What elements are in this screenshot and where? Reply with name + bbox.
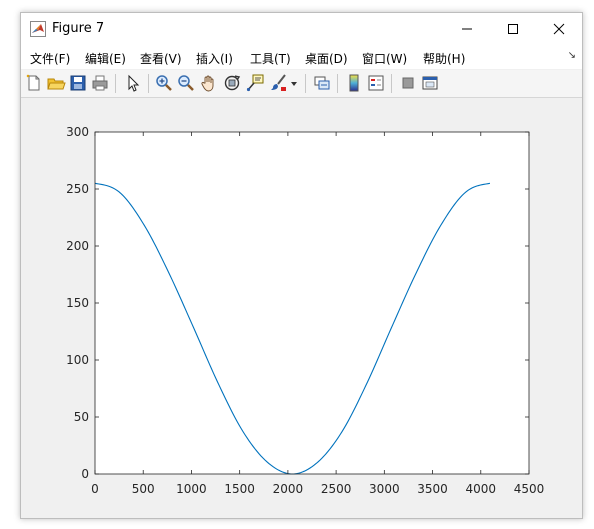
y-tick-label: 0 <box>81 467 89 481</box>
brush-icon[interactable] <box>269 73 289 93</box>
legend-icon[interactable] <box>366 73 386 93</box>
colorbar-icon[interactable] <box>344 73 364 93</box>
new-figure-icon[interactable] <box>24 73 44 93</box>
toolbar-separator <box>337 74 338 93</box>
x-tick-label: 1000 <box>176 482 207 496</box>
y-tick-label: 50 <box>74 410 89 424</box>
menu-file[interactable]: 文件(F) <box>30 50 70 67</box>
y-tick-label: 150 <box>66 296 89 310</box>
close-button[interactable] <box>536 13 582 45</box>
menu-window[interactable]: 窗口(W) <box>362 50 407 67</box>
minimize-button[interactable] <box>444 13 490 45</box>
y-tick-label: 300 <box>66 125 89 139</box>
maximize-icon <box>508 24 518 34</box>
title-bar: Figure 7 <box>21 13 582 45</box>
open-folder-icon[interactable] <box>46 73 66 93</box>
hide-plot-tools-icon[interactable] <box>398 73 418 93</box>
menu-help[interactable]: 帮助(H) <box>423 50 465 67</box>
x-tick-label: 0 <box>91 482 99 496</box>
zoom-out-icon[interactable] <box>176 73 196 93</box>
x-tick-label: 2500 <box>321 482 352 496</box>
menu-bar: 文件(F) 编辑(E) 查看(V) 插入(I) 工具(T) 桌面(D) 窗口(W… <box>21 45 582 69</box>
axes-background <box>95 132 529 474</box>
toolbar-separator <box>148 74 149 93</box>
figure-toolbar <box>21 70 582 98</box>
toolbar-separator <box>305 74 306 93</box>
print-icon[interactable] <box>90 73 110 93</box>
toolbar-separator <box>391 74 392 93</box>
menu-insert[interactable]: 插入(I) <box>196 50 233 67</box>
dock-arrow-icon[interactable]: ↘ <box>568 50 576 61</box>
x-tick-label: 2000 <box>273 482 304 496</box>
menu-view[interactable]: 查看(V) <box>140 50 182 67</box>
x-tick-label: 500 <box>132 482 155 496</box>
zoom-in-icon[interactable] <box>154 73 174 93</box>
minimize-icon <box>462 28 472 30</box>
brush-dropdown-icon[interactable] <box>289 73 299 93</box>
y-tick-label: 200 <box>66 239 89 253</box>
close-icon <box>553 23 565 35</box>
y-tick-label: 100 <box>66 353 89 367</box>
save-icon[interactable] <box>68 73 88 93</box>
window-title: Figure 7 <box>52 21 105 36</box>
x-tick-label: 3000 <box>369 482 400 496</box>
pan-hand-icon[interactable] <box>199 73 219 93</box>
link-plot-icon[interactable] <box>312 73 332 93</box>
x-tick-label: 1500 <box>224 482 255 496</box>
select-arrow-icon[interactable] <box>123 73 143 93</box>
axes-plot[interactable]: 0 500 1000 1500 2000 2500 3000 3500 4000 4500 0 50 1… <box>21 98 582 518</box>
show-plot-tools-icon[interactable] <box>420 73 440 93</box>
menu-desktop[interactable]: 桌面(D) <box>305 50 348 67</box>
figure-window: Figure 7 文件(F) 编辑(E) 查看(V) 插入(I) 工具(T) 桌… <box>20 12 583 519</box>
data-cursor-icon[interactable] <box>245 73 265 93</box>
rotate-3d-icon[interactable] <box>222 73 242 93</box>
x-tick-label: 4500 <box>514 482 545 496</box>
menu-tools[interactable]: 工具(T) <box>250 50 291 67</box>
y-tick-label: 250 <box>66 182 89 196</box>
menu-edit[interactable]: 编辑(E) <box>85 50 126 67</box>
x-tick-label: 4000 <box>466 482 497 496</box>
toolbar-separator <box>115 74 116 93</box>
matlab-logo-icon <box>30 21 46 37</box>
maximize-button[interactable] <box>490 13 536 45</box>
figure-canvas: 0 500 1000 1500 2000 2500 3000 3500 4000 4500 0 50 1… <box>21 98 582 518</box>
x-tick-label: 3500 <box>417 482 448 496</box>
